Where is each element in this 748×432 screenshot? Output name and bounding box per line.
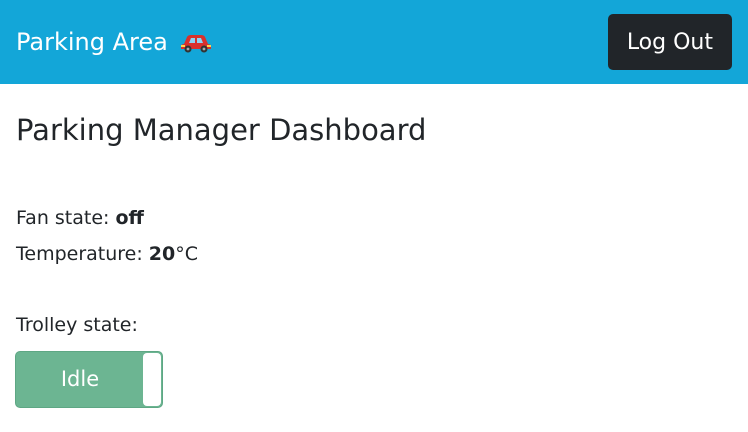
trolley-toggle-label: Idle	[60, 367, 100, 391]
trolley-state-toggle[interactable]: Idle	[15, 351, 163, 408]
logout-button[interactable]: Log Out	[607, 14, 732, 70]
brand[interactable]: Parking Area	[16, 28, 214, 56]
fan-state-value: off	[115, 207, 144, 229]
temperature-unit: °C	[175, 243, 199, 265]
fan-state-label: Fan state:	[16, 207, 116, 229]
fan-state-line: Fan state: off	[16, 200, 198, 236]
top-navbar: Parking Area Log Out	[0, 0, 748, 84]
trolley-state-label: Trolley state:	[16, 314, 138, 336]
page-title: Parking Manager Dashboard	[16, 113, 427, 147]
temperature-value: 20	[148, 243, 176, 265]
toggle-handle[interactable]	[143, 353, 161, 406]
temperature-line: Temperature: 20°C	[16, 236, 198, 272]
car-icon	[178, 30, 214, 54]
brand-title: Parking Area	[16, 28, 168, 56]
status-block: Fan state: off Temperature: 20°C	[16, 200, 198, 272]
temperature-label: Temperature:	[16, 243, 149, 265]
